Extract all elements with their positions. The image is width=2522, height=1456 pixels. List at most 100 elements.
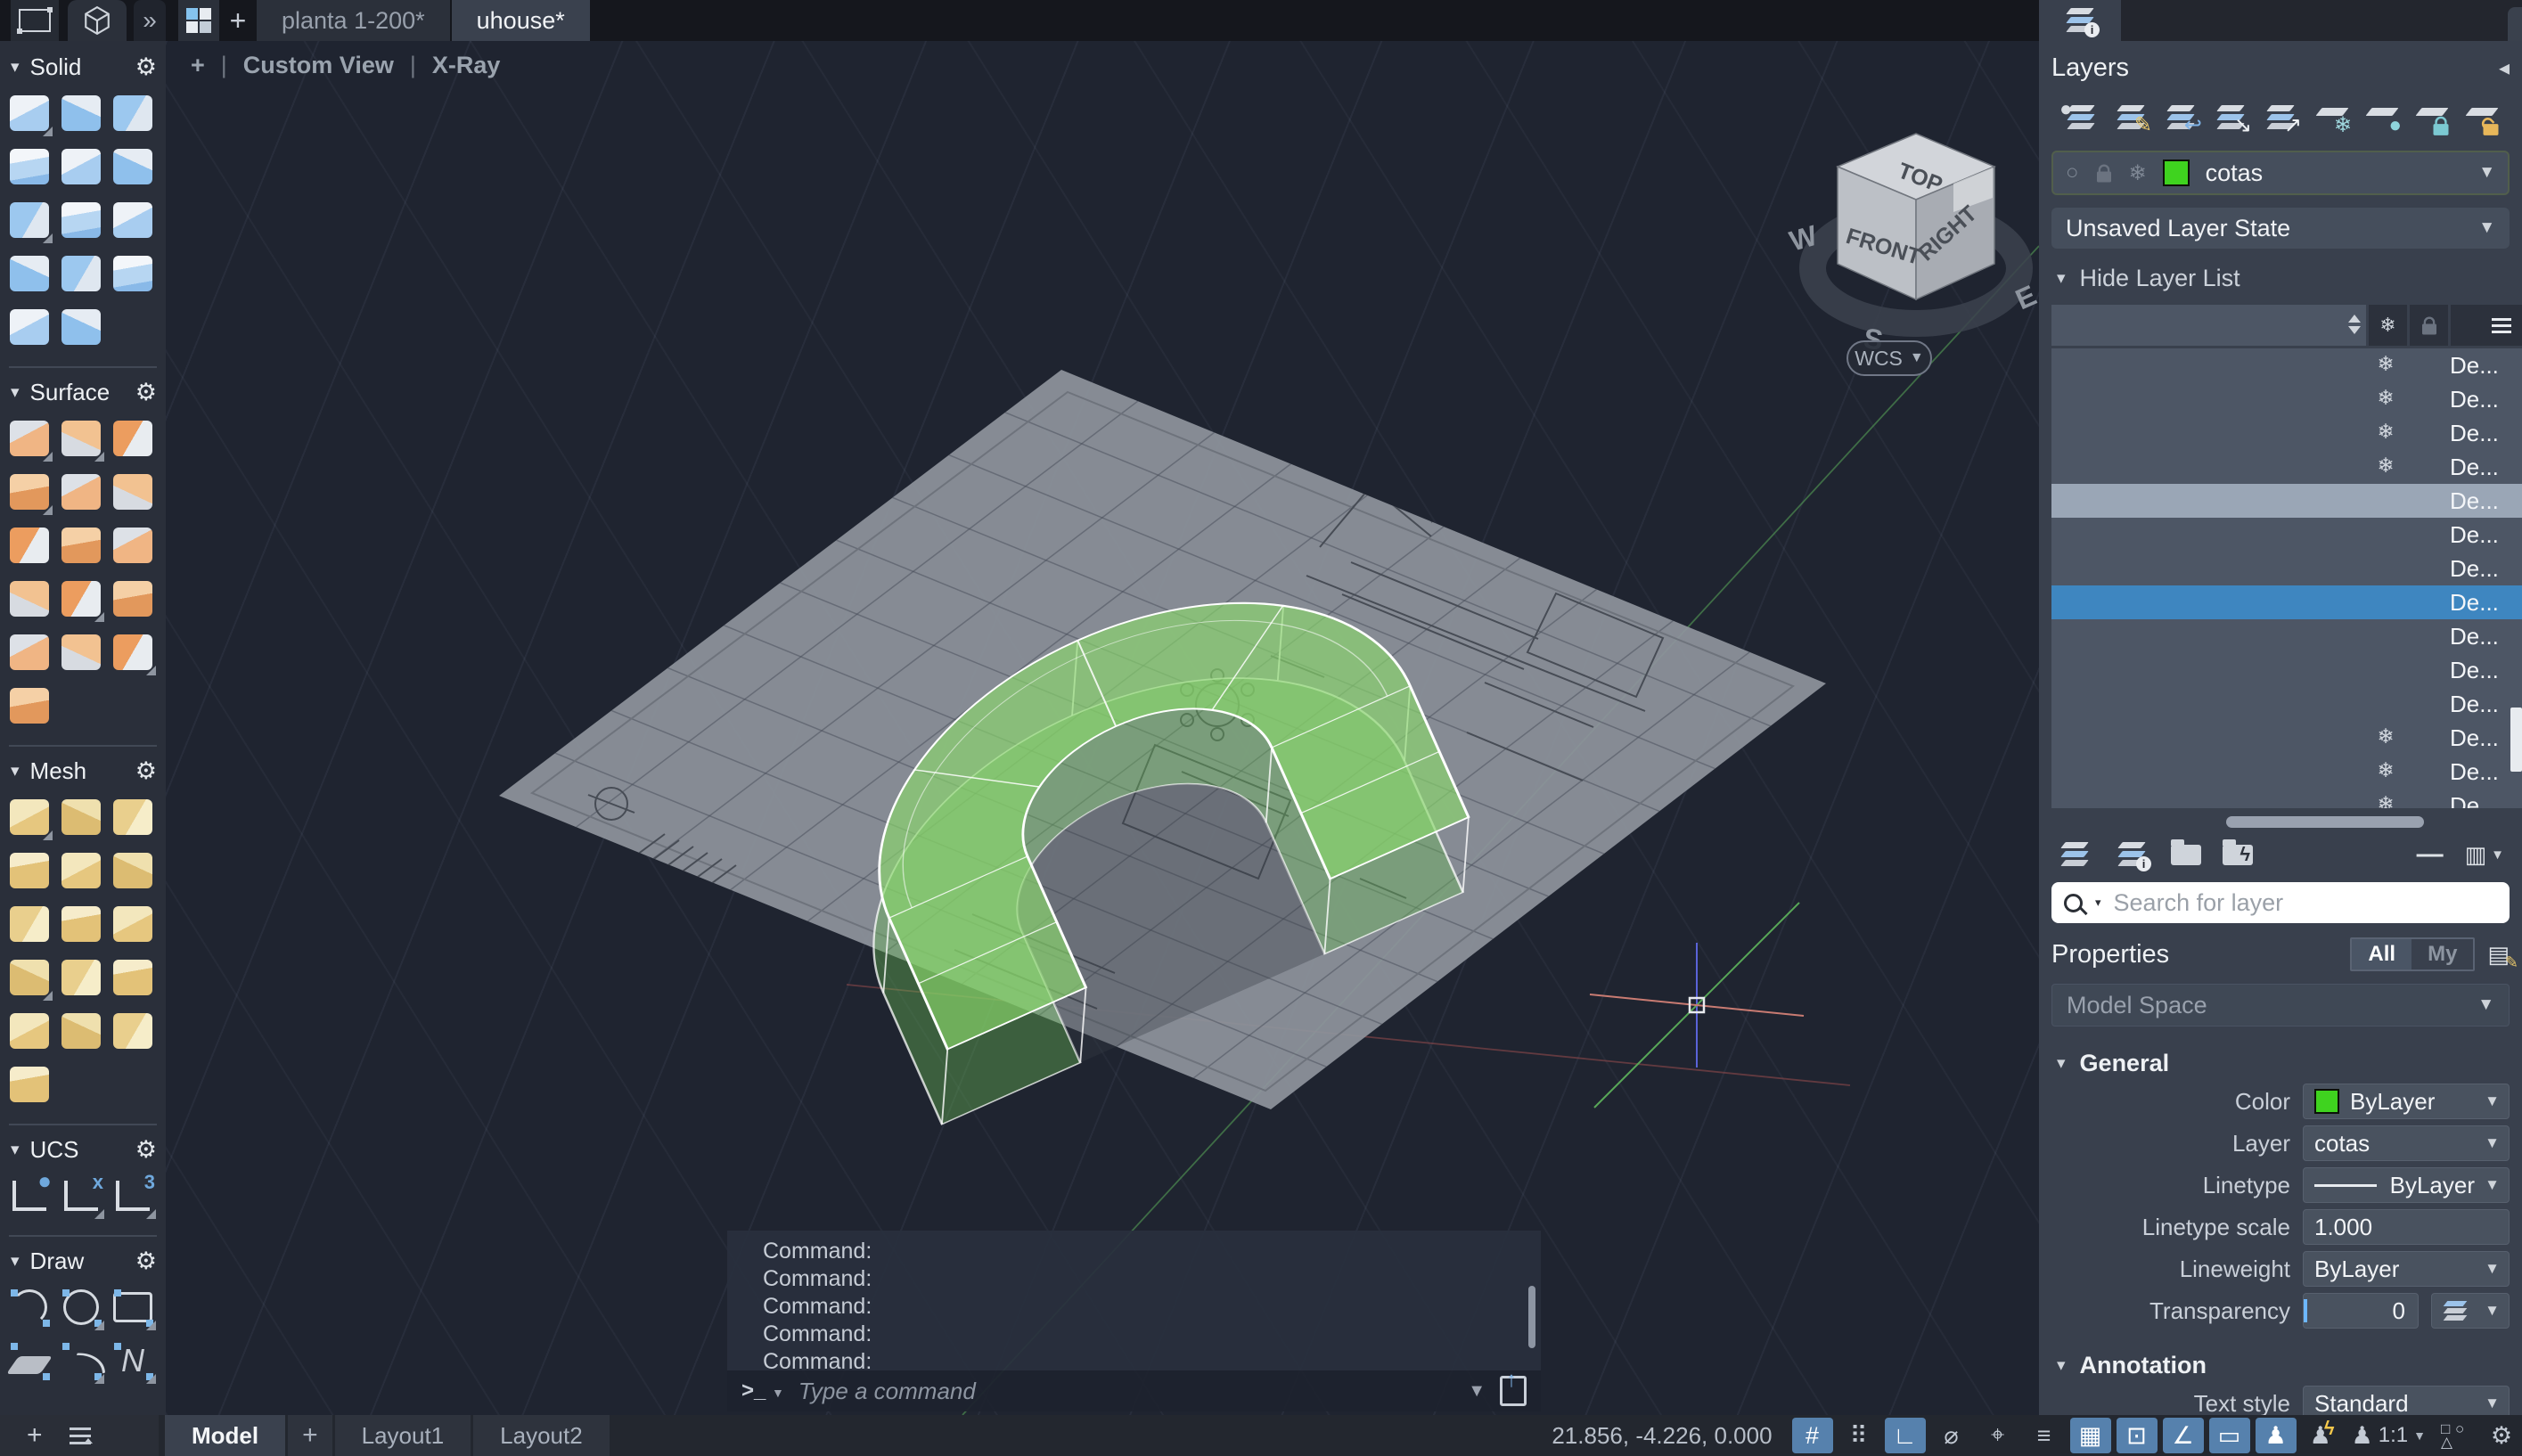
solid-extrude-icon[interactable] xyxy=(55,86,107,140)
selection-cycling-toggle[interactable]: ⊡ xyxy=(2117,1418,2158,1453)
freeze-column-header[interactable]: ❄ xyxy=(2366,305,2407,346)
freeze-icon[interactable]: ❄ xyxy=(2371,386,2401,410)
property-control[interactable]: Standard▼ xyxy=(2303,1386,2510,1415)
quick-properties-icon[interactable]: ▤✎ xyxy=(2487,941,2510,969)
mesh-smooth-more-icon[interactable] xyxy=(4,897,55,951)
layer-row[interactable]: De... xyxy=(2051,687,2522,721)
layer-row[interactable]: ❄De... xyxy=(2051,721,2522,755)
section-header-surface[interactable]: ▾Surface⚙ xyxy=(0,370,166,410)
layer-row[interactable]: ❄De... xyxy=(2051,450,2522,484)
overflow-chevrons-icon[interactable]: » xyxy=(134,0,166,41)
draw-plane-icon[interactable] xyxy=(4,1334,55,1387)
annotation-scale-toggle[interactable]: ♟1:1▼ xyxy=(2348,1418,2429,1453)
layer-row[interactable]: ❄De... xyxy=(2051,789,2522,808)
new-layout-button[interactable]: + xyxy=(288,1415,332,1456)
viewport-view-control[interactable]: Custom View xyxy=(243,52,394,79)
surface-planar-icon[interactable] xyxy=(55,412,107,465)
snap-toggle[interactable]: ⠿ xyxy=(1838,1418,1879,1453)
box-view-icon[interactable] xyxy=(68,0,127,41)
transparency-bylayer-button[interactable]: ▼ xyxy=(2431,1293,2510,1329)
freeze-icon[interactable]: ❄ xyxy=(2371,420,2401,444)
solid-presspull-icon[interactable] xyxy=(107,86,159,140)
gear-icon[interactable]: ⚙ xyxy=(135,53,157,81)
layer-state-dropdown[interactable]: Unsaved Layer State ▼ xyxy=(2051,208,2510,249)
tab-layout2[interactable]: Layout2 xyxy=(473,1415,610,1456)
command-prompt-icon[interactable]: >_ ▼ xyxy=(741,1378,784,1403)
ortho-toggle[interactable]: ∟ xyxy=(1885,1418,1926,1453)
surface-cv-add-icon[interactable] xyxy=(4,626,55,679)
draw-spline-fit-icon[interactable] xyxy=(107,1334,159,1387)
filter-all-button[interactable]: All xyxy=(2352,939,2411,969)
viewport-expand-control[interactable]: + xyxy=(191,52,205,79)
doc-tab-uhouse[interactable]: uhouse* xyxy=(452,0,590,41)
draw-arc-icon[interactable] xyxy=(4,1280,55,1334)
ucs-3point-icon[interactable]: 3 xyxy=(107,1169,159,1223)
command-recent-chevron-icon[interactable]: ▼ xyxy=(1468,1381,1486,1402)
section-header-draw[interactable]: ▾Draw⚙ xyxy=(0,1239,166,1279)
section-general[interactable]: ▾General xyxy=(2057,1050,2522,1077)
lineweight-display-toggle[interactable]: ≡ xyxy=(2024,1418,2065,1453)
folder-autoload-icon[interactable]: ϟ xyxy=(2223,845,2253,865)
layer-freeze-icon[interactable]: ❄ xyxy=(2309,97,2352,138)
solid-edit-icon[interactable] xyxy=(55,300,107,354)
viewcube-east[interactable]: E xyxy=(2010,279,2039,316)
freeze-icon[interactable]: ❄ xyxy=(2371,454,2401,478)
gear-icon[interactable]: ⚙ xyxy=(135,1136,157,1164)
solid-extract-edges-icon[interactable] xyxy=(107,193,159,247)
draw-circle-icon[interactable] xyxy=(55,1280,107,1334)
solid-slice-icon[interactable] xyxy=(4,193,55,247)
mesh-primitive-icon[interactable] xyxy=(4,790,55,844)
layout-list-icon[interactable] xyxy=(70,1435,91,1437)
panel-collapse-icon[interactable]: ◂ xyxy=(2499,55,2510,81)
mesh-collapse-icon[interactable] xyxy=(107,1004,159,1058)
mesh-sphere-icon[interactable] xyxy=(107,844,159,897)
layer-unisolate-icon[interactable]: ↗ xyxy=(2259,97,2302,138)
mesh-split-icon[interactable] xyxy=(4,1004,55,1058)
layer-lock-icon[interactable] xyxy=(2409,97,2452,138)
property-control[interactable]: 1.000 xyxy=(2303,1209,2510,1245)
layer-row[interactable]: De... xyxy=(2051,619,2522,653)
command-history[interactable]: Command:Command:Command:Command:Command: xyxy=(727,1231,1541,1370)
collapse-minus-icon[interactable]: — xyxy=(2417,839,2444,870)
marquee-select-icon[interactable] xyxy=(11,0,59,41)
mesh-merge-face-icon[interactable] xyxy=(55,1004,107,1058)
open-folder-icon[interactable] xyxy=(2171,845,2201,865)
transparency-toggle[interactable]: ▦ xyxy=(2070,1418,2111,1453)
surface-cv-remove-icon[interactable] xyxy=(55,626,107,679)
layer-settings-icon[interactable]: ✎ xyxy=(2109,97,2152,138)
gear-icon[interactable]: ⚙ xyxy=(135,379,157,406)
layer-state-icon[interactable]: ● xyxy=(2059,97,2102,138)
command-paste-icon[interactable] xyxy=(1500,1376,1527,1406)
solid-convert-icon[interactable] xyxy=(4,300,55,354)
property-control[interactable]: cotas▼ xyxy=(2303,1125,2510,1161)
layer-search[interactable]: ▾ xyxy=(2051,882,2510,923)
dynamic-input-toggle[interactable]: ▭ xyxy=(2209,1418,2250,1453)
viewport[interactable]: + | Custom View | X-Ray xyxy=(166,41,2039,1415)
search-input[interactable] xyxy=(2112,888,2497,918)
solid-wireframe-icon[interactable] xyxy=(55,193,107,247)
layer-off-icon[interactable]: ● xyxy=(2359,97,2402,138)
layer-row[interactable]: ❄De... xyxy=(2051,755,2522,789)
mesh-wave-icon[interactable] xyxy=(55,844,107,897)
draw-spline-cv-icon[interactable] xyxy=(55,1334,107,1387)
layer-previous-icon[interactable]: ↩ xyxy=(2159,97,2202,138)
angle-snap-toggle[interactable]: ∠ xyxy=(2163,1418,2204,1453)
new-layer-icon[interactable] xyxy=(2057,839,2092,870)
mesh-cap-icon[interactable] xyxy=(4,951,55,1004)
section-header-ucs[interactable]: ▾UCS⚙ xyxy=(0,1127,166,1167)
solid-lift-icon[interactable] xyxy=(4,140,55,193)
lock-column-header[interactable] xyxy=(2407,305,2448,346)
doc-tab-planta[interactable]: planta 1-200* xyxy=(257,0,450,41)
surface-tools-icon[interactable] xyxy=(107,572,159,626)
sort-icon[interactable] xyxy=(2348,315,2361,334)
viewcube[interactable]: W S E TOP FRONT RIGHT xyxy=(1786,134,2039,356)
customize-gear-toggle[interactable]: ⚙ xyxy=(2481,1418,2522,1453)
layer-list-hscroll-thumb[interactable] xyxy=(2226,816,2424,828)
surface-sculpt-icon[interactable] xyxy=(4,572,55,626)
mesh-spin-edge-icon[interactable] xyxy=(4,1058,55,1111)
section-header-solid[interactable]: ▾Solid⚙ xyxy=(0,45,166,85)
property-control[interactable]: ByLayer▼ xyxy=(2303,1084,2510,1119)
property-control[interactable]: ByLayer▼ xyxy=(2303,1251,2510,1287)
filter-my-button[interactable]: My xyxy=(2411,939,2473,969)
layer-list-vscrollbar[interactable] xyxy=(2510,708,2522,772)
